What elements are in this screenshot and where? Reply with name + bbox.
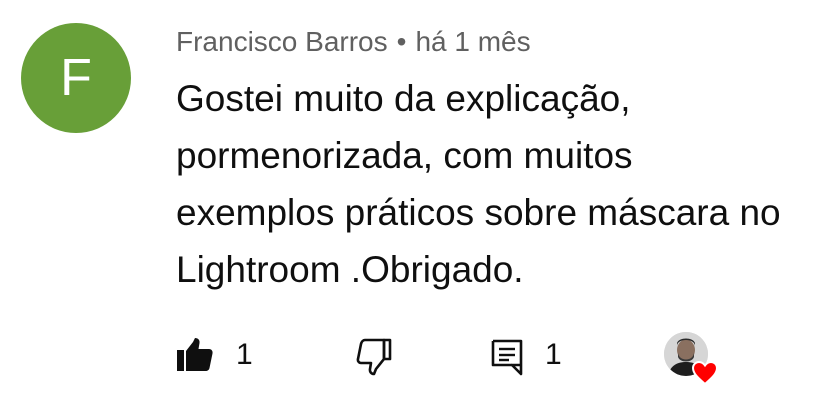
author-avatar[interactable]: F <box>21 23 131 133</box>
avatar-letter: F <box>60 49 92 107</box>
comment-card: F Francisco Barros • há 1 mês Gostei muito… <box>0 0 837 417</box>
like-count: 1 <box>236 338 253 371</box>
comment-time[interactable]: há 1 mês <box>415 26 530 57</box>
comment-header: Francisco Barros • há 1 mês <box>176 24 531 60</box>
comment-text: Gostei muito da explicação, pormenorizad… <box>176 70 826 298</box>
author-name[interactable]: Francisco Barros <box>176 26 388 57</box>
comment-text-line: Gostei muito da explicação, <box>176 78 631 119</box>
comment-text-line: exemplos práticos sobre máscara no <box>176 192 781 233</box>
comment-reply-icon <box>491 339 523 376</box>
comment-text-line: pormenorizada, com muitos <box>176 135 633 176</box>
thumbs-down-outline-icon <box>356 338 392 376</box>
reply-button[interactable] <box>490 337 524 377</box>
dislike-button[interactable] <box>356 336 392 376</box>
like-button[interactable] <box>176 337 214 373</box>
heart-icon <box>691 360 719 386</box>
meta-separator: • <box>396 26 407 57</box>
thumbs-up-filled-icon <box>177 338 213 371</box>
comment-text-line: Lightroom .Obrigado. <box>176 249 524 290</box>
reply-count: 1 <box>545 338 562 371</box>
creator-heart-badge <box>664 332 722 390</box>
